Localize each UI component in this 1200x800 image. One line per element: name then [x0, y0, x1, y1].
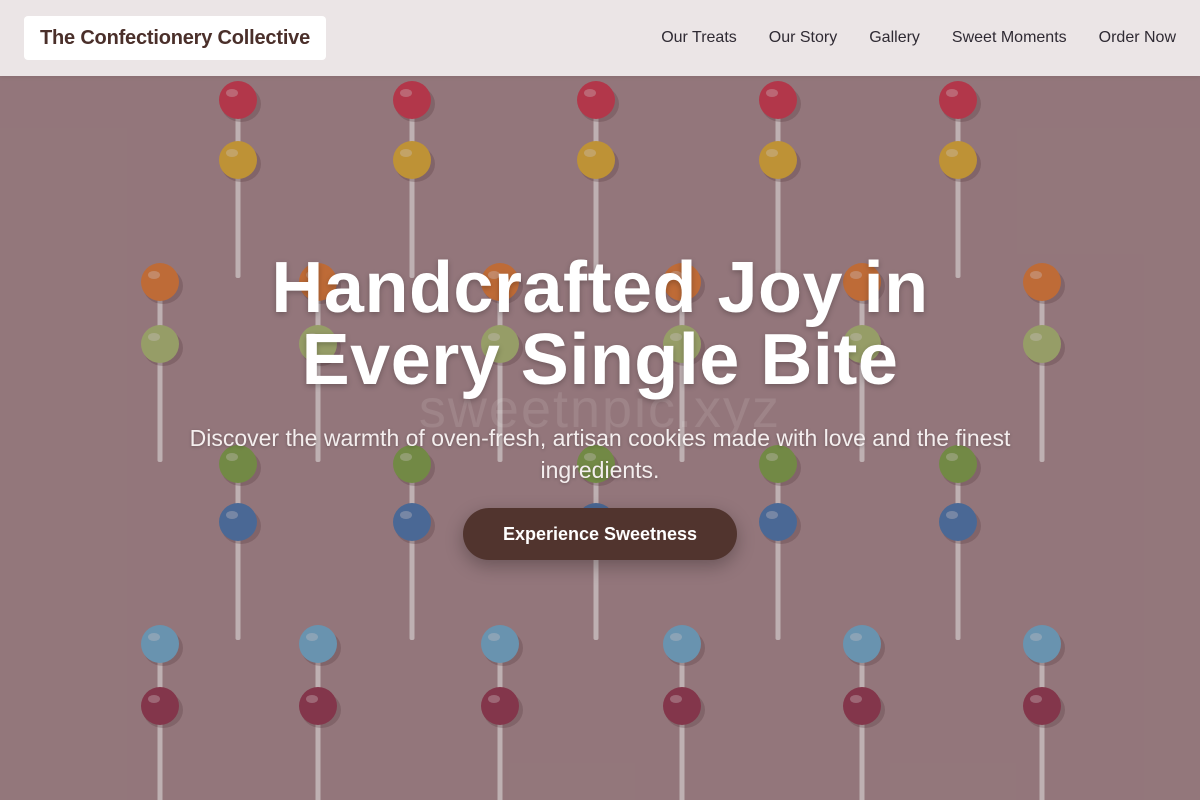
nav-link-our-treats[interactable]: Our Treats: [661, 29, 737, 47]
nav-link-sweet-moments[interactable]: Sweet Moments: [952, 29, 1067, 47]
hero-section: Handcrafted Joy in Every Single Bite Dis…: [0, 252, 1200, 560]
site-header: The Confectionery Collective Our Treats …: [0, 0, 1200, 76]
hero-subtitle: Discover the warmth of oven-fresh, artis…: [189, 425, 1011, 483]
logo-text: The Confectionery Collective: [40, 26, 311, 49]
main-nav: Our Treats Our Story Gallery Sweet Momen…: [661, 0, 1176, 76]
logo[interactable]: The Confectionery Collective: [24, 16, 327, 60]
experience-sweetness-button[interactable]: Experience Sweetness: [463, 508, 737, 560]
nav-link-our-story[interactable]: Our Story: [769, 29, 837, 47]
hero-title: Handcrafted Joy in Every Single Bite: [271, 248, 929, 400]
nav-link-order-now[interactable]: Order Now: [1099, 29, 1176, 47]
nav-link-gallery[interactable]: Gallery: [869, 29, 920, 47]
